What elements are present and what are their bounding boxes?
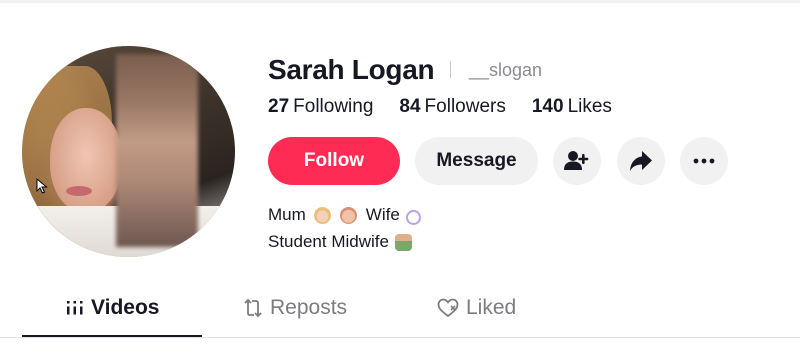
tab-videos[interactable]: Videos	[66, 296, 159, 320]
ring-emoji-icon	[405, 209, 421, 225]
avatar-lips	[66, 186, 92, 196]
more-icon	[693, 158, 715, 164]
bio-text-occupation: Student Midwife	[268, 232, 389, 251]
stat-following-value: 27	[268, 96, 290, 117]
stat-followers-value: 84	[399, 96, 421, 117]
add-friend-button[interactable]	[553, 137, 601, 185]
name-separator	[450, 61, 451, 78]
more-button[interactable]	[680, 137, 728, 185]
bio-line-1: Mum Wife	[268, 204, 424, 226]
grid-icon	[66, 300, 84, 316]
profile-display-name: Sarah Logan	[268, 54, 435, 85]
stat-followers-label: Followers	[424, 96, 506, 117]
bio-text-wife: Wife	[365, 205, 400, 224]
bio-line-2: Student Midwife	[268, 231, 415, 253]
health-worker-emoji-icon	[394, 233, 412, 251]
profile-stats: 27 Following 84 Followers 140 Likes	[268, 96, 638, 118]
share-icon	[630, 151, 652, 171]
stat-following-label: Following	[293, 96, 374, 117]
woman-emoji-icon	[313, 206, 331, 224]
profile-username: __slogan	[469, 60, 543, 80]
share-button[interactable]	[617, 137, 665, 185]
mouse-cursor-icon	[36, 178, 48, 194]
stat-following[interactable]: 27 Following	[268, 96, 373, 118]
tab-videos-label: Videos	[91, 296, 160, 319]
follow-button[interactable]: Follow	[268, 137, 400, 185]
stat-likes-label: Likes	[567, 96, 612, 117]
tabs-divider	[0, 337, 800, 338]
add-user-icon	[564, 151, 589, 170]
stat-followers[interactable]: 84 Followers	[399, 96, 505, 118]
repost-icon	[243, 298, 263, 318]
profile-tabs: Videos Reposts Liked	[0, 282, 800, 338]
avatar-face	[50, 108, 122, 212]
avatar[interactable]	[22, 46, 235, 257]
tab-reposts-label: Reposts	[270, 296, 348, 319]
avatar-blur-overlay	[116, 54, 198, 247]
tab-liked[interactable]: Liked	[437, 296, 516, 320]
baby-emoji-icon	[339, 206, 357, 224]
bio-text-mum: Mum	[268, 205, 306, 224]
stat-likes-value: 140	[531, 96, 564, 117]
tab-liked-label: Liked	[466, 296, 517, 319]
message-button[interactable]: Message	[415, 137, 538, 185]
stat-likes: 140 Likes	[532, 96, 612, 118]
heart-icon	[437, 298, 459, 318]
top-divider	[0, 0, 800, 3]
tab-reposts[interactable]: Reposts	[243, 296, 347, 320]
